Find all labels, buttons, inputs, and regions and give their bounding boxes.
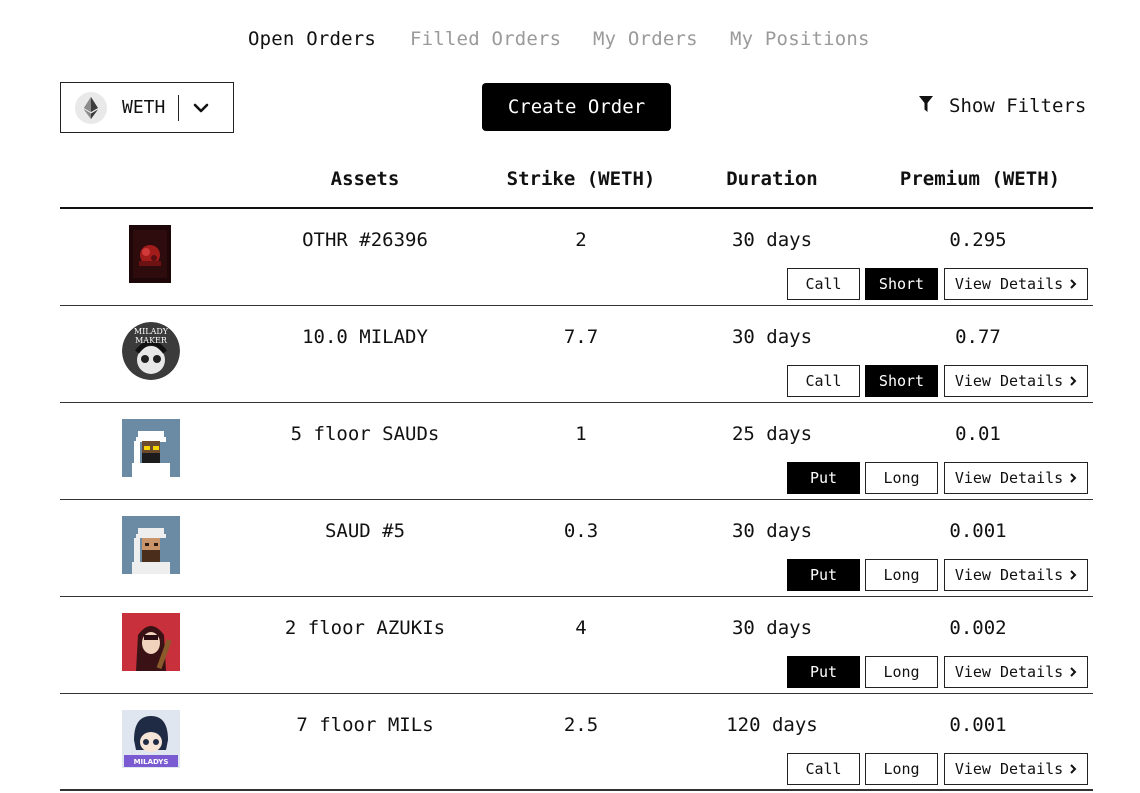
asset-name: 5 floor SAUDs [290,423,440,445]
duration-value: 30 days [731,617,813,639]
table-row: SAUD #5 0.3 30 days 0.001 Put Long View … [60,500,1093,597]
view-details-label: View Details [954,566,1064,584]
mils-logo-text: MILADYS [134,758,169,766]
asset-name: 7 floor MILs [296,714,434,736]
nft-thumbnail-saud-floor [122,419,180,477]
premium-value: 0.01 [955,423,1001,445]
strike-value: 1 [575,423,587,445]
option-type-button[interactable]: Put [787,462,860,494]
table-row: MILADY MAKER 10.0 MILADY 7.7 30 days 0.7… [60,306,1093,403]
premium-value: 0.002 [949,617,1007,639]
duration-value: 30 days [731,520,813,542]
show-filters-label: Show Filters [949,95,1087,117]
column-header-premium: Premium (WETH) [899,168,1061,190]
column-header-duration: Duration [726,168,818,190]
duration-value: 25 days [731,423,813,445]
position-side-button[interactable]: Long [865,462,938,494]
nft-thumbnail-mils: MILADYS [122,710,180,768]
position-side-button[interactable]: Long [865,753,938,785]
ethereum-icon [75,91,107,124]
view-details-button[interactable]: View Details [944,753,1088,785]
column-header-assets: Assets [330,168,400,190]
option-type-button[interactable]: Put [787,656,860,688]
premium-value: 0.001 [949,714,1007,736]
selector-divider [178,94,180,121]
tab-open-orders[interactable]: Open Orders [248,28,376,50]
show-filters-toggle[interactable]: Show Filters [918,95,1086,117]
strike-value: 7.7 [563,326,599,348]
table-row: MILADYS 7 floor MILs 2.5 120 days 0.001 … [60,694,1093,791]
nft-thumbnail-saud-5 [122,516,180,574]
strike-value: 2.5 [563,714,599,736]
strike-value: 4 [575,617,587,639]
chevron-right-icon [1069,375,1077,387]
position-side-button[interactable]: Short [865,365,938,397]
filter-icon [918,95,934,117]
duration-value: 30 days [731,229,813,251]
order-tabs: Open Orders Filled Orders My Orders My P… [0,28,1140,54]
view-details-button[interactable]: View Details [944,365,1088,397]
column-header-strike: Strike (WETH) [506,168,656,190]
asset-name: SAUD #5 [324,520,406,542]
premium-value: 0.77 [955,326,1001,348]
view-details-button[interactable]: View Details [944,462,1088,494]
view-details-label: View Details [954,275,1064,293]
asset-name: 10.0 MILADY [302,326,428,348]
chevron-down-icon[interactable] [193,103,209,113]
asset-name: 2 floor AZUKIs [284,617,446,639]
position-side-button[interactable]: Long [865,559,938,591]
row-divider [60,789,1093,791]
position-side-button[interactable]: Long [865,656,938,688]
tab-my-orders[interactable]: My Orders [593,28,698,50]
view-details-label: View Details [954,469,1064,487]
option-type-button[interactable]: Call [787,268,860,300]
table-row: 2 floor AZUKIs 4 30 days 0.002 Put Long … [60,597,1093,694]
option-type-button[interactable]: Put [787,559,860,591]
view-details-label: View Details [954,372,1064,390]
view-details-label: View Details [954,760,1064,778]
tab-my-positions[interactable]: My Positions [730,28,870,50]
premium-value: 0.001 [949,520,1007,542]
create-order-button[interactable]: Create Order [482,83,671,131]
option-type-button[interactable]: Call [787,753,860,785]
nft-thumbnail-milady: MILADY MAKER [122,322,180,380]
chevron-right-icon [1069,472,1077,484]
table-row: 5 floor SAUDs 1 25 days 0.01 Put Long Vi… [60,403,1093,500]
premium-value: 0.295 [949,229,1007,251]
view-details-button[interactable]: View Details [944,268,1088,300]
position-side-button[interactable]: Short [865,268,938,300]
chevron-right-icon [1069,666,1077,678]
duration-value: 120 days [726,714,818,736]
nft-thumbnail-azuki [122,613,180,671]
chevron-right-icon [1069,569,1077,581]
chevron-right-icon [1069,278,1077,290]
strike-value: 0.3 [563,520,599,542]
view-details-button[interactable]: View Details [944,656,1088,688]
view-details-label: View Details [954,663,1064,681]
asset-name: OTHR #26396 [302,229,428,251]
chevron-right-icon [1069,763,1077,775]
milady-logo-text: MAKER [135,336,168,345]
nft-thumbnail-othr [129,225,171,283]
asset-selector-label: WETH [122,97,166,118]
asset-selector[interactable]: WETH [60,82,234,133]
option-type-button[interactable]: Call [787,365,860,397]
duration-value: 30 days [731,326,813,348]
table-row: OTHR #26396 2 30 days 0.295 Call Short V… [60,209,1093,306]
milady-logo-text: MILADY [134,327,169,336]
tab-filled-orders[interactable]: Filled Orders [410,28,561,50]
view-details-button[interactable]: View Details [944,559,1088,591]
strike-value: 2 [575,229,587,251]
